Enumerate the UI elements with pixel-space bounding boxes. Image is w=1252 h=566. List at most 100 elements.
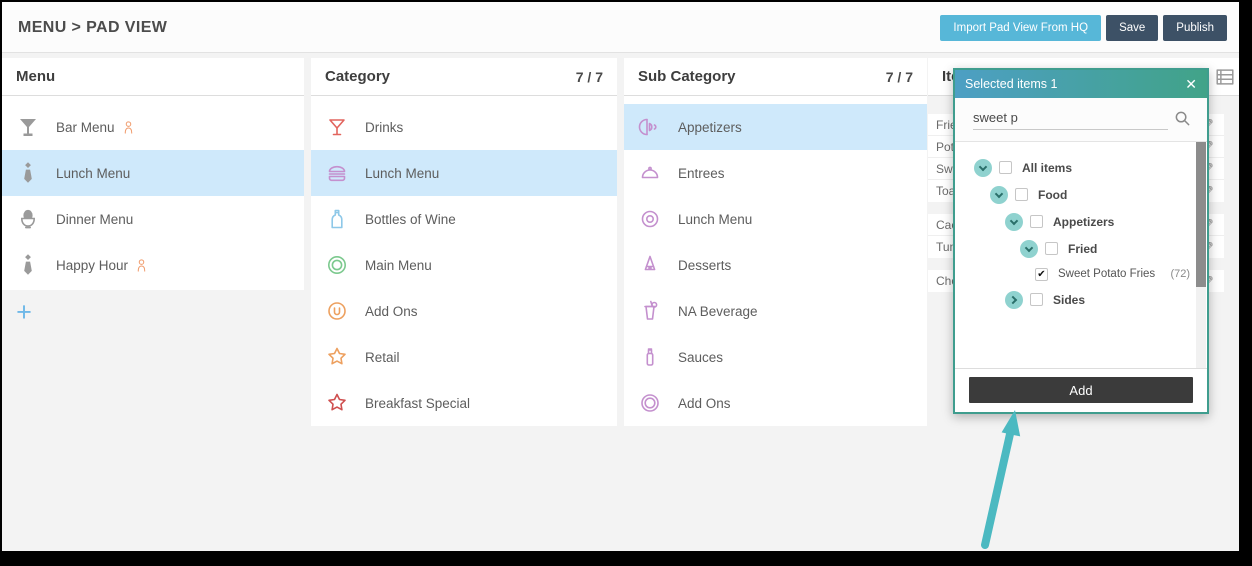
- tree-row-sides[interactable]: Sides: [955, 286, 1207, 313]
- menu-row-dinner-menu[interactable]: Dinner Menu: [2, 196, 304, 242]
- star-icon: [324, 344, 350, 370]
- category-row-label: Main Menu: [365, 258, 432, 273]
- person-icon: [134, 258, 149, 273]
- cloche-icon: [637, 160, 663, 186]
- add-menu-button[interactable]: +: [10, 298, 38, 326]
- tree-label: Fried: [1068, 242, 1097, 256]
- save-button[interactable]: Save: [1106, 15, 1158, 41]
- category-rows: Drinks Lunch Menu Bottles of Wine Main M…: [311, 96, 617, 426]
- subcategory-row-label: Add Ons: [678, 396, 731, 411]
- tree-row-food[interactable]: Food: [955, 181, 1207, 208]
- double-circle-icon: [637, 390, 663, 416]
- menu-row-lunch-menu[interactable]: Lunch Menu: [2, 150, 304, 196]
- menu-row-happy-hour[interactable]: Happy Hour: [2, 242, 304, 288]
- popup-header: Selected items 1 ✕: [955, 70, 1207, 98]
- checkbox[interactable]: [1030, 293, 1043, 306]
- subcategory-row-label: Appetizers: [678, 120, 742, 135]
- subcategory-row-lunch-menu[interactable]: Lunch Menu: [624, 196, 927, 242]
- breadcrumb: MENU > PAD VIEW: [18, 2, 167, 53]
- category-row-drinks[interactable]: Drinks: [311, 104, 617, 150]
- subcategory-row-sauces[interactable]: Sauces: [624, 334, 927, 380]
- subcategory-row-label: Entrees: [678, 166, 725, 181]
- checkbox-checked[interactable]: ✔: [1035, 268, 1048, 281]
- subcategory-column: Sub Category 7 / 7 Appetizers Entrees: [624, 58, 927, 426]
- category-row-lunch-menu[interactable]: Lunch Menu: [311, 150, 617, 196]
- beverage-glass-icon: [637, 298, 663, 324]
- category-row-label: Lunch Menu: [365, 166, 439, 181]
- double-circle-icon: [637, 206, 663, 232]
- tree-row-all-items[interactable]: All items: [955, 154, 1207, 181]
- egg-cup-icon: [15, 206, 41, 232]
- tree-row-appetizers[interactable]: Appetizers: [955, 208, 1207, 235]
- category-row-label: Breakfast Special: [365, 396, 470, 411]
- popup-search-section: [955, 98, 1207, 142]
- tree-label: Sides: [1053, 293, 1085, 307]
- search-icon: [1174, 110, 1191, 127]
- tree-label: Sweet Potato Fries: [1058, 268, 1155, 280]
- checkbox[interactable]: [1045, 242, 1058, 255]
- star-icon: [324, 390, 350, 416]
- chevron-right-icon[interactable]: [1005, 291, 1023, 309]
- topbar-buttons: Import Pad View From HQ Save Publish: [940, 15, 1227, 41]
- burger-icon: [324, 160, 350, 186]
- chevron-down-icon[interactable]: [1005, 213, 1023, 231]
- popup-footer: Add: [955, 368, 1207, 412]
- appetizer-icon: [637, 114, 663, 140]
- category-row-bottles-of-wine[interactable]: Bottles of Wine: [311, 196, 617, 242]
- category-count: 7 / 7: [576, 69, 603, 85]
- import-pad-view-button[interactable]: Import Pad View From HQ: [940, 15, 1101, 41]
- category-row-add-ons[interactable]: Add Ons: [311, 288, 617, 334]
- subcategory-row-desserts[interactable]: Desserts: [624, 242, 927, 288]
- circle-u-icon: [324, 298, 350, 324]
- checkbox[interactable]: [1030, 215, 1043, 228]
- subcategory-row-entrees[interactable]: Entrees: [624, 150, 927, 196]
- app-window: MENU > PAD VIEW Import Pad View From HQ …: [2, 2, 1239, 551]
- category-row-retail[interactable]: Retail: [311, 334, 617, 380]
- subcategory-row-na-beverage[interactable]: NA Beverage: [624, 288, 927, 334]
- menu-rows: Bar Menu Lunch Menu Dinner Menu: [2, 96, 304, 288]
- tie-icon: [15, 252, 41, 278]
- checkbox[interactable]: [1015, 188, 1028, 201]
- dessert-cone-icon: [637, 252, 663, 278]
- chevron-down-icon[interactable]: [974, 159, 992, 177]
- scrollbar-track[interactable]: [1196, 142, 1206, 368]
- category-row-label: Bottles of Wine: [365, 212, 456, 227]
- martini-glass-icon: [324, 114, 350, 140]
- sauce-bottle-icon: [637, 344, 663, 370]
- person-icon: [121, 120, 136, 135]
- subcategory-row-add-ons[interactable]: Add Ons: [624, 380, 927, 426]
- tree-label: All items: [1022, 161, 1072, 175]
- category-row-main-menu[interactable]: Main Menu: [311, 242, 617, 288]
- chevron-down-icon[interactable]: [990, 186, 1008, 204]
- close-icon[interactable]: ✕: [1185, 77, 1197, 91]
- subcategory-row-label: NA Beverage: [678, 304, 758, 319]
- menu-row-label: Dinner Menu: [56, 212, 133, 227]
- category-column-header: Category 7 / 7: [311, 58, 617, 96]
- subcategory-row-label: Sauces: [678, 350, 723, 365]
- double-circle-icon: [324, 252, 350, 278]
- tie-icon: [15, 160, 41, 186]
- scrollbar-thumb[interactable]: [1196, 142, 1206, 287]
- category-row-label: Retail: [365, 350, 400, 365]
- wine-bottle-icon: [324, 206, 350, 232]
- publish-button[interactable]: Publish: [1163, 15, 1227, 41]
- subcategory-row-label: Desserts: [678, 258, 731, 273]
- menu-row-label: Bar Menu: [56, 120, 115, 135]
- category-row-label: Add Ons: [365, 304, 418, 319]
- chevron-down-icon[interactable]: [1020, 240, 1038, 258]
- tree-label: Appetizers: [1053, 215, 1114, 229]
- checkbox[interactable]: [999, 161, 1012, 174]
- tree-row-fried[interactable]: Fried: [955, 235, 1207, 262]
- menu-row-label: Lunch Menu: [56, 166, 130, 181]
- menu-row-bar-menu[interactable]: Bar Menu: [2, 104, 304, 150]
- add-button[interactable]: Add: [969, 377, 1193, 403]
- table-view-icon[interactable]: [1214, 66, 1236, 88]
- subcategory-row-appetizers[interactable]: Appetizers: [624, 104, 927, 150]
- menu-column: Menu Bar Menu Lunch Menu: [2, 58, 304, 290]
- martini-glass-icon: [15, 114, 41, 140]
- menu-column-title: Menu: [16, 68, 55, 85]
- tree-row-sweet-potato-fries[interactable]: ✔ Sweet Potato Fries (72): [955, 262, 1207, 286]
- category-row-breakfast-special[interactable]: Breakfast Special: [311, 380, 617, 426]
- subcategory-count: 7 / 7: [886, 69, 913, 85]
- search-input[interactable]: [973, 106, 1168, 130]
